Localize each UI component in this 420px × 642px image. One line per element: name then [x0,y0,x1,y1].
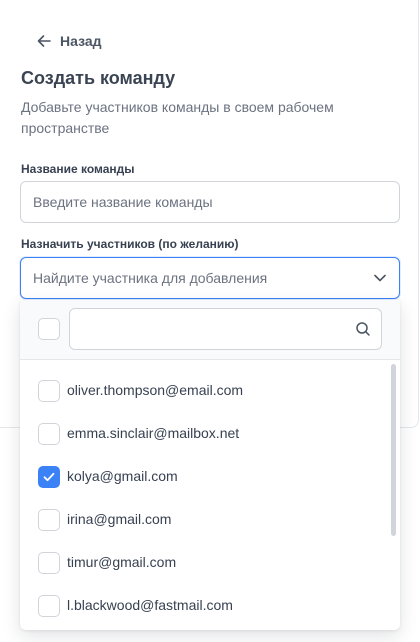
list-item[interactable]: irina@gmail.com [20,499,390,542]
member-email: emma.sinclair@mailbox.net [67,425,240,441]
member-search-box [69,308,382,350]
member-email: oliver.thompson@email.com [67,382,244,398]
arrow-left-icon [37,35,51,47]
member-email: timur@gmail.com [67,554,177,570]
page: Назад Создать команду Добавьте участнико… [0,0,420,642]
back-label: Назад [60,33,102,49]
dropdown-scrollbar[interactable] [391,364,396,536]
member-select-placeholder: Найдите участника для добавления [33,270,268,286]
team-name-label: Название команды [21,162,135,176]
checkmark-icon [43,472,55,482]
member-checkbox[interactable] [38,595,60,617]
team-name-input[interactable] [20,181,400,223]
list-item[interactable]: oliver.thompson@email.com [20,370,390,413]
member-checkbox[interactable] [38,509,60,531]
members-label: Назначить участников (по желанию) [21,237,239,251]
member-checkbox[interactable] [38,380,60,402]
member-list: oliver.thompson@email.com emma.sinclair@… [20,360,400,630]
page-description: Добавьте участников команды в своем рабо… [21,99,334,136]
member-email: l.blackwood@fastmail.com [67,597,233,613]
list-item[interactable]: emma.sinclair@mailbox.net [20,413,390,456]
member-checkbox[interactable] [38,552,60,574]
select-all-checkbox[interactable] [38,318,60,340]
list-item[interactable]: timur@gmail.com [20,542,390,585]
chevron-down-icon [374,274,386,282]
member-select[interactable]: Найдите участника для добавления [20,257,400,299]
member-search-input[interactable] [70,309,350,349]
member-email: kolya@gmail.com [67,468,178,484]
search-icon[interactable] [355,321,371,337]
list-item[interactable]: l.blackwood@fastmail.com [20,585,390,628]
back-button[interactable]: Назад [36,30,102,52]
dropdown-header [20,300,400,360]
member-checkbox[interactable] [38,423,60,445]
member-checkbox[interactable] [38,466,60,488]
member-dropdown: oliver.thompson@email.com emma.sinclair@… [20,300,400,630]
list-item[interactable]: kolya@gmail.com [20,456,390,499]
member-email: irina@gmail.com [67,511,172,527]
page-title: Создать команду [21,68,176,88]
